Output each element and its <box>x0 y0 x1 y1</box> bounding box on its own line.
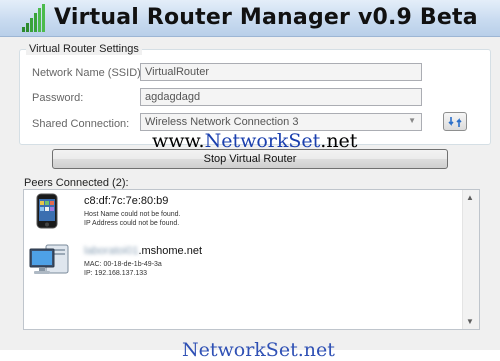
iphone-icon <box>36 193 58 229</box>
shared-connection-dropdown[interactable]: Wireless Network Connection 3 ▼ <box>140 113 422 131</box>
peers-label: Peers Connected (2): <box>24 177 129 189</box>
settings-group-title: Virtual Router Settings <box>26 43 142 55</box>
peer-hostname-blurred: laboratoi01 <box>84 245 139 257</box>
stop-router-button[interactable]: Stop Virtual Router <box>52 149 448 169</box>
footer-watermark: NetworkSet.net <box>182 339 335 361</box>
computer-icon <box>29 244 69 274</box>
scroll-down-icon[interactable]: ▼ <box>466 317 474 326</box>
scrollbar[interactable]: ▲ ▼ <box>462 190 479 329</box>
peer-ip-status: IP Address could not be found. <box>84 220 180 227</box>
password-field[interactable]: agdagdagd <box>140 88 422 106</box>
peer-mac-address: c8:df:7c:7e:80:b9 <box>84 195 169 207</box>
ssid-field[interactable]: VirtualRouter <box>140 63 422 81</box>
refresh-icon <box>448 117 462 127</box>
peer-mac-address: MAC: 00-18-de-1b-49-3a <box>84 261 162 268</box>
scroll-up-icon[interactable]: ▲ <box>466 193 474 202</box>
title-bar: Virtual Router Manager v0.9 Beta <box>0 0 500 37</box>
refresh-button[interactable] <box>443 112 467 131</box>
signal-bars-icon <box>22 4 45 32</box>
shared-connection-label: Shared Connection: <box>32 118 130 130</box>
window-title: Virtual Router Manager v0.9 Beta <box>54 5 478 30</box>
ssid-label: Network Name (SSID): <box>32 67 144 79</box>
password-value: agdagdagd <box>145 91 201 103</box>
peer-hostname-suffix: .mshome.net <box>138 245 203 257</box>
shared-connection-value: Wireless Network Connection 3 <box>145 116 299 128</box>
chevron-down-icon: ▼ <box>408 116 416 125</box>
ssid-value: VirtualRouter <box>145 66 209 78</box>
peer-ip-address: IP: 192.168.137.133 <box>84 270 148 277</box>
password-label: Password: <box>32 92 84 104</box>
peer-host-status: Host Name could not be found. <box>84 211 181 218</box>
peer-hostname: laboratoi01.mshome.net <box>84 245 202 257</box>
